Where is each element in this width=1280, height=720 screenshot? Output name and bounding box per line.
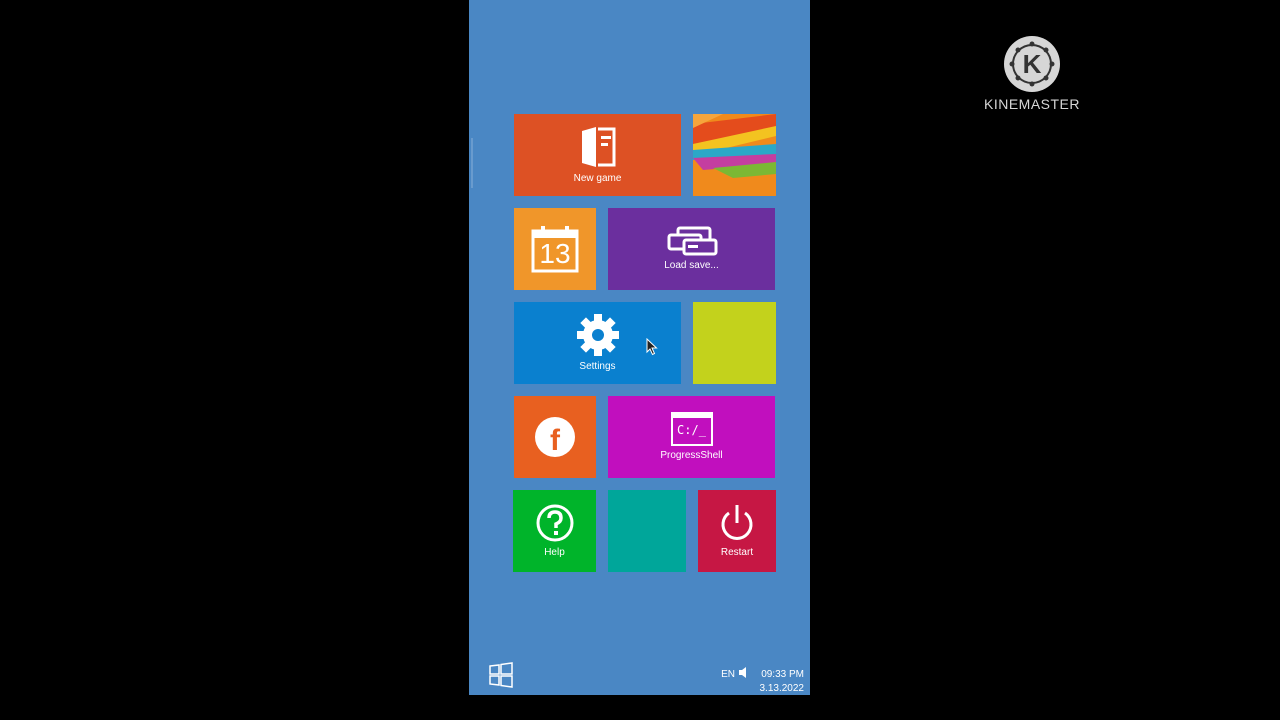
progressshell-tile[interactable]: C:/_ ProgressShell	[608, 396, 775, 478]
facebook-icon: f	[535, 417, 575, 457]
facebook-letter: f	[550, 424, 560, 457]
emulator-screen: New game 13 Load save... Settings f C:/_…	[469, 0, 810, 695]
power-icon	[717, 503, 757, 543]
clock-date[interactable]: 3.13.2022	[760, 683, 805, 694]
photos-wallpaper-image	[693, 114, 776, 196]
help-icon	[535, 503, 575, 543]
language-indicator[interactable]: EN	[721, 669, 735, 680]
help-tile[interactable]: Help	[513, 490, 596, 572]
lime-tile[interactable]	[693, 302, 776, 384]
teal-tile[interactable]	[608, 490, 686, 572]
help-label: Help	[544, 547, 565, 558]
edge-handle[interactable]	[471, 138, 473, 188]
kinemaster-text: KINEMASTER	[983, 96, 1080, 112]
kinemaster-logo-icon: K	[1004, 36, 1060, 92]
load-save-label: Load save...	[664, 260, 719, 271]
calendar-day: 13	[539, 238, 571, 269]
calendar-icon: 13	[530, 224, 580, 274]
kinemaster-logo-letter: K	[1022, 49, 1042, 79]
photos-tile[interactable]	[693, 114, 776, 196]
start-button[interactable]	[489, 662, 513, 688]
kinemaster-watermark: K KINEMASTER	[982, 36, 1082, 112]
restart-label: Restart	[720, 547, 754, 558]
load-save-tile[interactable]: Load save...	[608, 208, 775, 290]
settings-label: Settings	[579, 361, 616, 372]
mouse-pointer-icon	[646, 337, 658, 361]
calendar-tile[interactable]: 13	[514, 208, 596, 290]
progressshell-label: ProgressShell	[660, 450, 723, 461]
new-game-label: New game	[573, 173, 622, 184]
facebook-tile[interactable]: f	[514, 396, 596, 478]
terminal-icon: C:/_	[670, 412, 713, 446]
restart-tile[interactable]: Restart	[698, 490, 776, 572]
windows-logo-icon	[489, 662, 513, 688]
clock-time[interactable]: 09:33 PM	[761, 669, 804, 680]
volume-icon[interactable]	[739, 667, 749, 681]
load-save-icon	[666, 226, 718, 256]
new-game-tile[interactable]: New game	[514, 114, 681, 196]
new-game-icon	[578, 125, 618, 169]
terminal-prompt: C:/_	[677, 423, 706, 437]
taskbar: EN 09:33 PM 3.13.2022	[469, 655, 810, 695]
gear-icon	[576, 313, 620, 357]
